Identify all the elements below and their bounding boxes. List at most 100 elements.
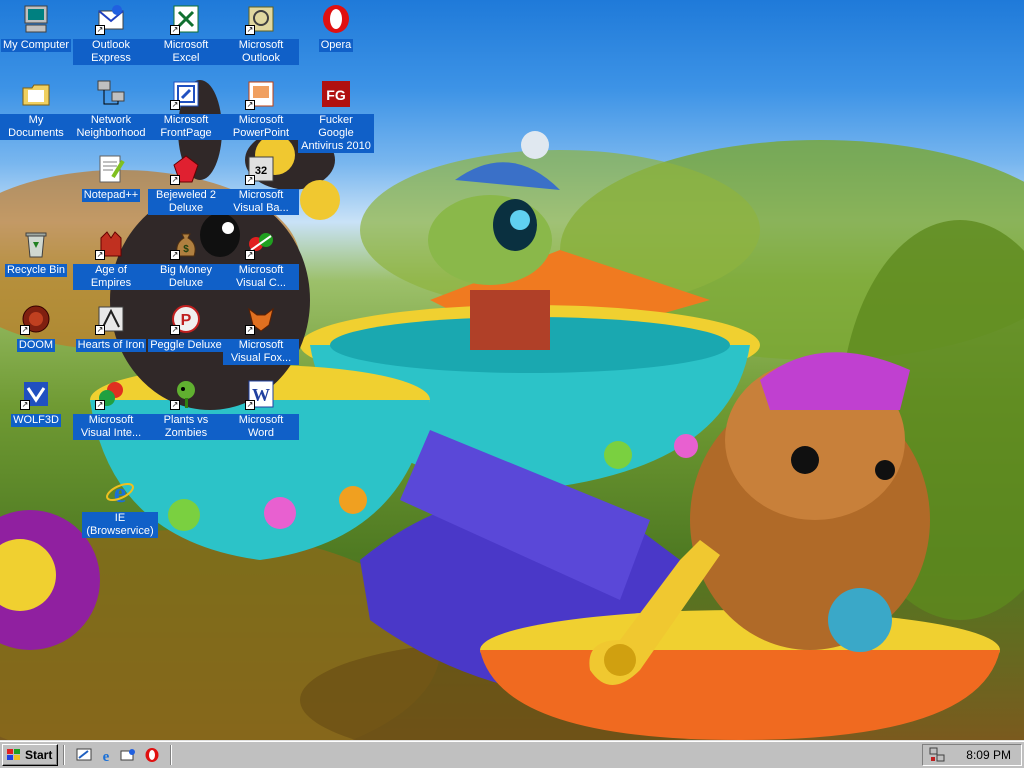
outlook-icon: ↗ bbox=[245, 3, 277, 35]
desktop-icon-label: Microsoft Visual Ba... bbox=[223, 189, 299, 215]
desktop-icon-label: Opera bbox=[318, 39, 354, 52]
shortcut-arrow-icon: ↗ bbox=[170, 325, 180, 335]
peggle-icon: P ↗ bbox=[170, 303, 202, 335]
taskbar-clock[interactable]: 8:09 PM bbox=[966, 748, 1011, 762]
show-desktop-icon[interactable] bbox=[76, 747, 92, 763]
desktop-icon-label: Microsoft Excel bbox=[148, 39, 224, 65]
desktop-icon-label: Microsoft Outlook bbox=[223, 39, 299, 65]
desktop-icon-microsoft-powerpoint[interactable]: ↗ Microsoft PowerPoint bbox=[223, 78, 299, 141]
desktop-icon-label: Hearts of Iron bbox=[75, 339, 147, 352]
desktop-icon-microsoft-word[interactable]: W ↗ Microsoft Word bbox=[223, 378, 299, 441]
desktop-icon-ie-browservice[interactable]: e IE (Browservice) bbox=[82, 476, 158, 539]
desktop-icon-label: IE (Browservice) bbox=[82, 512, 158, 538]
desktop-icon-label: Microsoft FrontPage bbox=[148, 114, 224, 140]
visual-c-icon: ↗ bbox=[245, 228, 277, 260]
ie-icon: e bbox=[104, 476, 136, 508]
shortcut-arrow-icon: ↗ bbox=[170, 250, 180, 260]
desktop-icon-wolf3d[interactable]: ↗ WOLF3D bbox=[0, 378, 74, 428]
desktop-icon-outlook-express[interactable]: ↗ Outlook Express bbox=[73, 3, 149, 66]
desktop-icon-my-computer[interactable]: My Computer bbox=[0, 3, 74, 53]
desktop-icon-label: Recycle Bin bbox=[4, 264, 68, 277]
shortcut-arrow-icon: ↗ bbox=[245, 325, 255, 335]
desktop-icon-bejeweled[interactable]: ↗ Bejeweled 2 Deluxe bbox=[148, 153, 224, 216]
desktop-icon-label: WOLF3D bbox=[11, 414, 61, 427]
desktop-icon-label: Microsoft Visual Inte... bbox=[73, 414, 149, 440]
folder-icon bbox=[20, 78, 52, 110]
recycle-bin-icon bbox=[20, 228, 52, 260]
opera-quicklaunch-icon[interactable] bbox=[144, 747, 160, 763]
desktop-icon-label: Fucker Google Antivirus 2010 bbox=[298, 114, 374, 153]
desktop-icon-doom[interactable]: ↗ DOOM bbox=[0, 303, 74, 353]
taskbar: Start e 8:09 PM bbox=[0, 740, 1024, 768]
powerpoint-icon: ↗ bbox=[245, 78, 277, 110]
hearts-of-iron-icon: ↗ bbox=[95, 303, 127, 335]
desktop-icon-label: Plants vs Zombies bbox=[148, 414, 224, 440]
shortcut-arrow-icon: ↗ bbox=[245, 100, 255, 110]
svg-text:$: $ bbox=[183, 244, 189, 255]
excel-icon: ↗ bbox=[170, 3, 202, 35]
desktop-icon-recycle-bin[interactable]: Recycle Bin bbox=[0, 228, 74, 278]
ie-quicklaunch-icon[interactable]: e bbox=[98, 747, 114, 763]
desktop-icon-age-of-empires[interactable]: ↗ Age of Empires bbox=[73, 228, 149, 291]
desktop-icon-plants-vs-zombies[interactable]: ↗ Plants vs Zombies bbox=[148, 378, 224, 441]
windows-logo-icon bbox=[7, 749, 20, 760]
desktop-icon-peggle[interactable]: P ↗ Peggle Deluxe bbox=[148, 303, 224, 353]
network-tray-icon[interactable] bbox=[929, 747, 945, 763]
outlook-express-quicklaunch-icon[interactable] bbox=[120, 747, 136, 763]
desktop-icon-label: Microsoft Word bbox=[223, 414, 299, 440]
desktop-icon-label: DOOM bbox=[16, 339, 56, 352]
frontpage-icon: ↗ bbox=[170, 78, 202, 110]
age-of-empires-icon: ↗ bbox=[95, 228, 127, 260]
svg-text:32: 32 bbox=[255, 165, 267, 177]
word-icon: W ↗ bbox=[245, 378, 277, 410]
shortcut-arrow-icon: ↗ bbox=[20, 400, 30, 410]
shortcut-arrow-icon: ↗ bbox=[245, 175, 255, 185]
desktop-icon-label: Network Neighborhood bbox=[73, 114, 149, 140]
desktop-icon-microsoft-visual-foxpro[interactable]: ↗ Microsoft Visual Fox... bbox=[223, 303, 299, 366]
start-label: Start bbox=[25, 748, 53, 762]
shortcut-arrow-icon: ↗ bbox=[245, 250, 255, 260]
desktop-icon-label: My Documents bbox=[0, 114, 74, 140]
start-button[interactable]: Start bbox=[2, 744, 58, 766]
shortcut-arrow-icon: ↗ bbox=[95, 25, 105, 35]
desktop-icon-microsoft-outlook[interactable]: ↗ Microsoft Outlook bbox=[223, 3, 299, 66]
desktop-icon-hearts-of-iron[interactable]: ↗ Hearts of Iron bbox=[73, 303, 149, 353]
desktop-icon-my-documents[interactable]: My Documents bbox=[0, 78, 74, 141]
taskbar-separator bbox=[63, 745, 65, 765]
shortcut-arrow-icon: ↗ bbox=[95, 250, 105, 260]
desktop-icon-label: Notepad++ bbox=[81, 189, 141, 202]
desktop-icon-network-neighborhood[interactable]: Network Neighborhood bbox=[73, 78, 149, 141]
shortcut-arrow-icon: ↗ bbox=[95, 400, 105, 410]
desktop-icon-big-money[interactable]: $ ↗ Big Money Deluxe bbox=[148, 228, 224, 291]
shortcut-arrow-icon: ↗ bbox=[170, 25, 180, 35]
bejeweled-icon: ↗ bbox=[170, 153, 202, 185]
outlook-express-icon: ↗ bbox=[95, 3, 127, 35]
desktop-icon-microsoft-frontpage[interactable]: ↗ Microsoft FrontPage bbox=[148, 78, 224, 141]
taskbar-separator bbox=[170, 745, 172, 765]
desktop-icon-microsoft-visual-interdev[interactable]: ↗ Microsoft Visual Inte... bbox=[73, 378, 149, 441]
antivirus-icon: FG bbox=[320, 78, 352, 110]
visual-interdev-icon: ↗ bbox=[95, 378, 127, 410]
desktop-icon-microsoft-excel[interactable]: ↗ Microsoft Excel bbox=[148, 3, 224, 66]
shortcut-arrow-icon: ↗ bbox=[170, 400, 180, 410]
desktop-icon-label: Outlook Express bbox=[73, 39, 149, 65]
desktop-icon-label: Big Money Deluxe bbox=[148, 264, 224, 290]
desktop-icon-microsoft-visual-c[interactable]: ↗ Microsoft Visual C... bbox=[223, 228, 299, 291]
visual-basic-icon: 32 ↗ bbox=[245, 153, 277, 185]
shortcut-arrow-icon: ↗ bbox=[170, 175, 180, 185]
shortcut-arrow-icon: ↗ bbox=[20, 325, 30, 335]
shortcut-arrow-icon: ↗ bbox=[245, 25, 255, 35]
desktop-icon-microsoft-visual-basic[interactable]: 32 ↗ Microsoft Visual Ba... bbox=[223, 153, 299, 216]
network-icon bbox=[95, 78, 127, 110]
foxpro-icon: ↗ bbox=[245, 303, 277, 335]
svg-text:e: e bbox=[114, 478, 126, 508]
system-tray: 8:09 PM bbox=[922, 744, 1022, 766]
desktop-icon-opera[interactable]: Opera bbox=[298, 3, 374, 53]
shortcut-arrow-icon: ↗ bbox=[170, 100, 180, 110]
desktop-icon-antivirus[interactable]: FG Fucker Google Antivirus 2010 bbox=[298, 78, 374, 154]
desktop-icon-notepad-plus-plus[interactable]: Notepad++ bbox=[73, 153, 149, 203]
desktop-icon-label: Age of Empires bbox=[73, 264, 149, 290]
computer-icon bbox=[20, 3, 52, 35]
desktop-icon-label: Microsoft Visual Fox... bbox=[223, 339, 299, 365]
money-bag-icon: $ ↗ bbox=[170, 228, 202, 260]
